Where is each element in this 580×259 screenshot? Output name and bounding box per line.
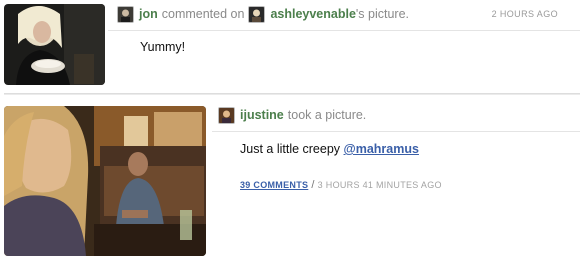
actor-username-link[interactable]: ijustine xyxy=(240,108,284,122)
avatar[interactable] xyxy=(218,106,235,124)
mention-link[interactable]: @mahramus xyxy=(344,142,419,156)
activity-header: ijustine took a picture. xyxy=(218,106,370,124)
divider xyxy=(212,131,580,132)
meta-separator: / xyxy=(311,179,315,191)
caption-text: Just a little creepy xyxy=(240,142,341,156)
picture-caption: Just a little creepy @mahramus xyxy=(240,142,419,156)
feed-item-picture: ijustine took a picture. Just a little c… xyxy=(0,0,580,259)
picture-meta: 39 COMMENTS/3 HOURS 41 MINUTES AGO xyxy=(240,179,442,191)
action-text: took a picture. xyxy=(287,108,367,122)
picture-thumbnail[interactable] xyxy=(4,106,206,256)
timestamp: 3 HOURS 41 MINUTES AGO xyxy=(317,180,442,190)
comments-count-link[interactable]: 39 COMMENTS xyxy=(240,180,308,190)
photo-image xyxy=(4,106,206,256)
avatar-image xyxy=(219,107,234,123)
